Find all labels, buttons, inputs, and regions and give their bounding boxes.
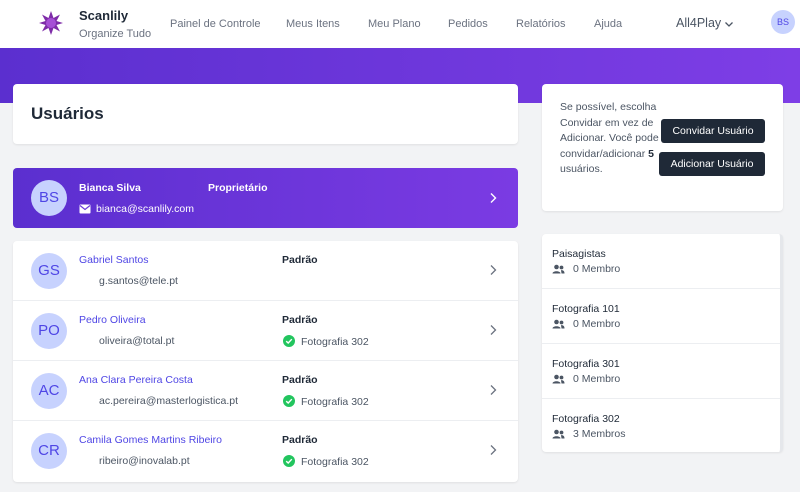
nav-ajuda[interactable]: Ajuda [594,18,622,30]
workspace-label: All4Play [676,16,722,30]
user-group-label: Fotografia 302 [301,396,369,408]
nav-painel[interactable]: Painel de Controle [170,18,261,30]
user-avatar[interactable]: BS [771,10,795,34]
owner-email: bianca@scanlily.com [79,203,194,215]
user-name[interactable]: Camila Gomes Martins Ribeiro [79,434,222,446]
user-group-label: Fotografia 302 [301,456,369,468]
users-list: GS Gabriel Santos g.santos@tele.pt Padrã… [13,241,518,482]
owner-name: Bianca Silva [79,182,141,194]
user-group: Fotografia 302 [283,335,369,348]
users-icon [552,374,565,384]
check-circle-icon [283,455,295,467]
user-email: ribeiro@inovalab.pt [99,455,190,467]
owner-email-text: bianca@scanlily.com [96,203,195,215]
group-members: 0 Membro [552,373,620,385]
user-name[interactable]: Gabriel Santos [79,254,148,266]
owner-row[interactable]: BS Bianca Silva Proprietário bianca@scan… [13,168,518,228]
check-circle-icon [283,335,295,347]
chevron-right-icon [490,325,497,335]
table-row[interactable]: GS Gabriel Santos g.santos@tele.pt Padrã… [13,241,518,301]
user-role: Padrão [282,254,318,266]
list-item[interactable]: Fotografia 302 3 Membros [542,399,780,454]
user-name[interactable]: Pedro Oliveira [79,314,146,326]
nav-meu-plano[interactable]: Meu Plano [368,18,421,30]
page-title-card: Usuários [13,84,518,144]
invite-card: Se possível, escolha Convidar em vez de … [542,84,783,211]
user-email: ac.pereira@masterlogistica.pt [99,395,239,407]
avatar: BS [31,180,67,216]
users-icon [552,429,565,439]
brand-name: Scanlily [79,8,129,23]
group-name: Fotografia 101 [552,303,620,315]
nav-relatorios[interactable]: Relatórios [516,18,566,30]
group-members-count: 0 Membro [573,263,621,275]
group-members-count: 3 Membros [573,428,626,440]
invite-user-button[interactable]: Convidar Usuário [661,119,765,143]
user-email: g.santos@tele.pt [99,275,178,287]
chevron-right-icon [490,385,497,395]
table-row[interactable]: AC Ana Clara Pereira Costa ac.pereira@ma… [13,361,518,421]
user-role: Padrão [282,374,318,386]
users-icon [552,319,565,329]
check-circle-icon [283,395,295,407]
avatar: PO [31,313,67,349]
invite-count: 5 [648,147,654,160]
user-group: Fotografia 302 [283,395,369,408]
invite-hint: Se possível, escolha Convidar em vez de … [560,100,660,178]
add-user-button[interactable]: Adicionar Usuário [659,152,765,176]
workspace-selector[interactable]: All4Play [676,16,734,30]
user-group: Fotografia 302 [283,455,369,468]
page-title: Usuários [31,104,104,123]
envelope-icon [79,204,91,214]
chevron-down-icon [725,21,734,27]
user-role: Padrão [282,314,318,326]
invite-hint-text: Se possível, escolha Convidar em vez de … [560,101,659,160]
group-members: 3 Membros [552,428,626,440]
user-role: Padrão [282,434,318,446]
group-members-count: 0 Membro [573,373,621,385]
users-icon [552,264,565,274]
user-email: oliveira@total.pt [99,335,175,347]
group-name: Paisagistas [552,248,606,260]
avatar: GS [31,253,67,289]
user-name[interactable]: Ana Clara Pereira Costa [79,374,193,386]
invite-hint-suffix: usuários. [560,163,603,175]
groups-list: Paisagistas 0 Membro Fotografia 101 0 Me… [542,234,783,452]
group-members-count: 0 Membro [573,318,621,330]
logo-icon[interactable] [38,10,64,36]
nav-pedidos[interactable]: Pedidos [448,18,488,30]
list-item[interactable]: Fotografia 301 0 Membro [542,344,780,399]
group-name: Fotografia 302 [552,413,620,425]
owner-role: Proprietário [208,182,268,194]
nav-meus-itens[interactable]: Meus Itens [286,18,340,30]
chevron-right-icon [490,265,497,275]
group-members: 0 Membro [552,318,620,330]
avatar: AC [31,373,67,409]
list-item[interactable]: Fotografia 101 0 Membro [542,289,780,344]
group-members: 0 Membro [552,263,620,275]
chevron-right-icon [490,445,497,455]
avatar: CR [31,433,67,469]
table-row[interactable]: PO Pedro Oliveira oliveira@total.pt Padr… [13,301,518,361]
chevron-right-icon [490,193,497,203]
group-name: Fotografia 301 [552,358,620,370]
user-group-label: Fotografia 302 [301,336,369,348]
table-row[interactable]: CR Camila Gomes Martins Ribeiro ribeiro@… [13,421,518,481]
list-item[interactable]: Paisagistas 0 Membro [542,234,780,289]
top-nav: Scanlily Organize Tudo Painel de Control… [0,0,800,48]
brand-tagline: Organize Tudo [79,28,152,40]
